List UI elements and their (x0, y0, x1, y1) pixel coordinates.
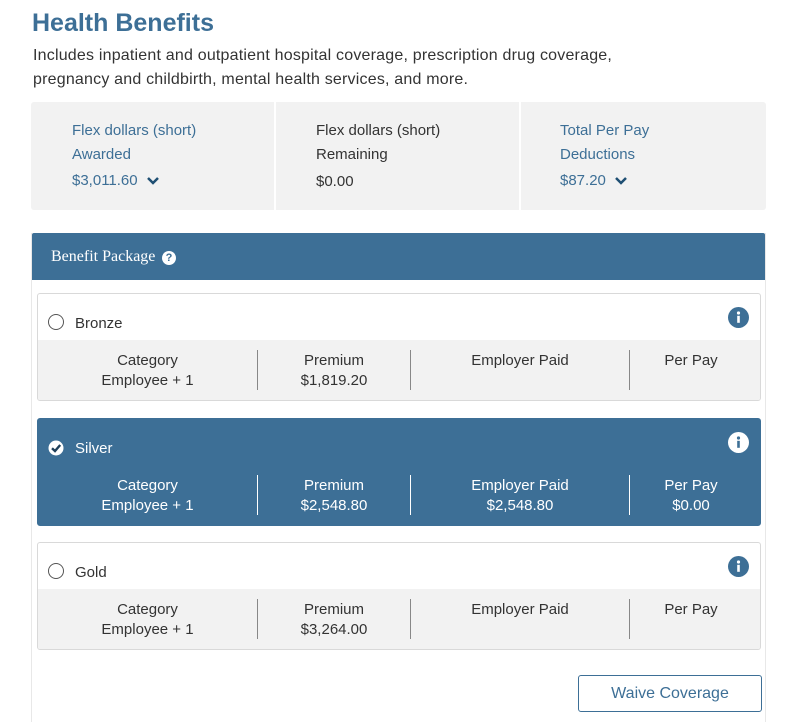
page-description: Includes inpatient and outpatient hospit… (33, 47, 613, 88)
premium-value: $1,819.20 (300, 372, 368, 389)
deductions-label-2: Deductions (560, 146, 636, 163)
plan-card-bronze[interactable]: Bronze Category Employee + 1 Premium $1,81… (37, 293, 761, 401)
checkmark-circle-icon[interactable] (48, 440, 64, 456)
plan-radio-gold[interactable] (48, 563, 64, 579)
flex-awarded-label-2: Awarded (72, 146, 131, 163)
chevron-down-icon[interactable] (614, 173, 628, 190)
per-pay-deductions-summary[interactable]: Total Per Pay Deductions $87.20 (519, 102, 766, 210)
flex-remaining-summary: Flex dollars (short) Remaining $0.00 (274, 102, 519, 210)
flex-awarded-label-1: Flex dollars (short) (72, 122, 197, 139)
employer-paid-cell: Employer Paid (411, 340, 629, 400)
per-pay-cell: Per Pay $0.00 (630, 465, 752, 525)
per-pay-cell: Per Pay (630, 340, 752, 400)
employer-paid-cell: Employer Paid $2,548.80 (411, 465, 629, 525)
plan-card-header: Silver (38, 419, 760, 465)
premium-cell: Premium $2,548.80 (258, 465, 410, 525)
plan-name: Gold (75, 564, 107, 581)
flex-awarded-summary[interactable]: Flex dollars (short) Awarded $3,011.60 (31, 102, 274, 210)
info-icon[interactable] (728, 556, 749, 577)
benefit-package-panel: Benefit Package ? Bronze Category Employe… (31, 233, 766, 722)
deductions-value: $87.20 (560, 172, 606, 189)
plan-card-gold[interactable]: Gold Category Employee + 1 Premium $3,264.… (37, 542, 761, 650)
per-pay-value: $0.00 (672, 497, 710, 514)
plan-name: Silver (75, 440, 113, 457)
benefit-package-header: Benefit Package ? (32, 233, 765, 280)
premium-value: $3,264.00 (300, 621, 368, 638)
flex-remaining-value: $0.00 (316, 173, 354, 190)
question-circle-icon[interactable]: ? (162, 251, 176, 265)
category-label: Category (117, 352, 178, 369)
employer-paid-value: $2,548.80 (486, 497, 554, 514)
per-pay-label: Per Pay (664, 352, 718, 369)
premium-label: Premium (303, 477, 364, 494)
premium-label: Premium (303, 352, 364, 369)
employer-paid-label: Employer Paid (471, 352, 569, 369)
flex-remaining-label-1: Flex dollars (short) (316, 122, 441, 139)
deductions-label-1: Total Per Pay (560, 122, 650, 139)
plan-name: Bronze (75, 315, 123, 332)
info-icon[interactable] (728, 432, 749, 453)
plan-card-silver[interactable]: Silver Category Employee + 1 Premium $2,54… (37, 418, 761, 526)
chevron-down-icon[interactable] (146, 173, 160, 190)
category-label: Category (117, 601, 178, 618)
plan-card-header: Gold (38, 543, 760, 589)
per-pay-label: Per Pay (664, 601, 718, 618)
plan-details: Category Employee + 1 Premium $1,819.20 Em… (38, 340, 760, 400)
premium-cell: Premium $1,819.20 (258, 340, 410, 400)
category-value: Employee + 1 (101, 621, 194, 638)
category-value: Employee + 1 (101, 372, 194, 389)
plan-details: Category Employee + 1 Premium $3,264.00 Em… (38, 589, 760, 649)
employer-paid-label: Employer Paid (471, 477, 569, 494)
category-cell: Category Employee + 1 (38, 340, 257, 400)
employer-paid-label: Employer Paid (471, 601, 569, 618)
plan-card-header: Bronze (38, 294, 760, 340)
plan-details: Category Employee + 1 Premium $2,548.80 Em… (38, 465, 760, 525)
info-icon[interactable] (728, 307, 749, 328)
category-value: Employee + 1 (101, 497, 194, 514)
benefit-package-title: Benefit Package (51, 248, 156, 265)
per-pay-cell: Per Pay (630, 589, 752, 649)
plan-radio-bronze[interactable] (48, 314, 64, 330)
premium-label: Premium (303, 601, 364, 618)
flex-awarded-value: $3,011.60 (72, 172, 138, 189)
deductions-value-row[interactable]: $87.20 (560, 172, 628, 190)
page-title: Health Benefits (32, 9, 214, 37)
flex-summary: Flex dollars (short) Awarded $3,011.60 F… (31, 102, 766, 210)
employer-paid-cell: Employer Paid (411, 589, 629, 649)
category-label: Category (117, 477, 178, 494)
category-cell: Category Employee + 1 (38, 589, 257, 649)
category-cell: Category Employee + 1 (38, 465, 257, 525)
flex-remaining-label-2: Remaining (316, 146, 388, 163)
waive-coverage-button[interactable]: Waive Coverage (578, 675, 762, 712)
per-pay-label: Per Pay (664, 477, 718, 494)
flex-awarded-value-row[interactable]: $3,011.60 (72, 172, 160, 190)
premium-cell: Premium $3,264.00 (258, 589, 410, 649)
premium-value: $2,548.80 (300, 497, 368, 514)
